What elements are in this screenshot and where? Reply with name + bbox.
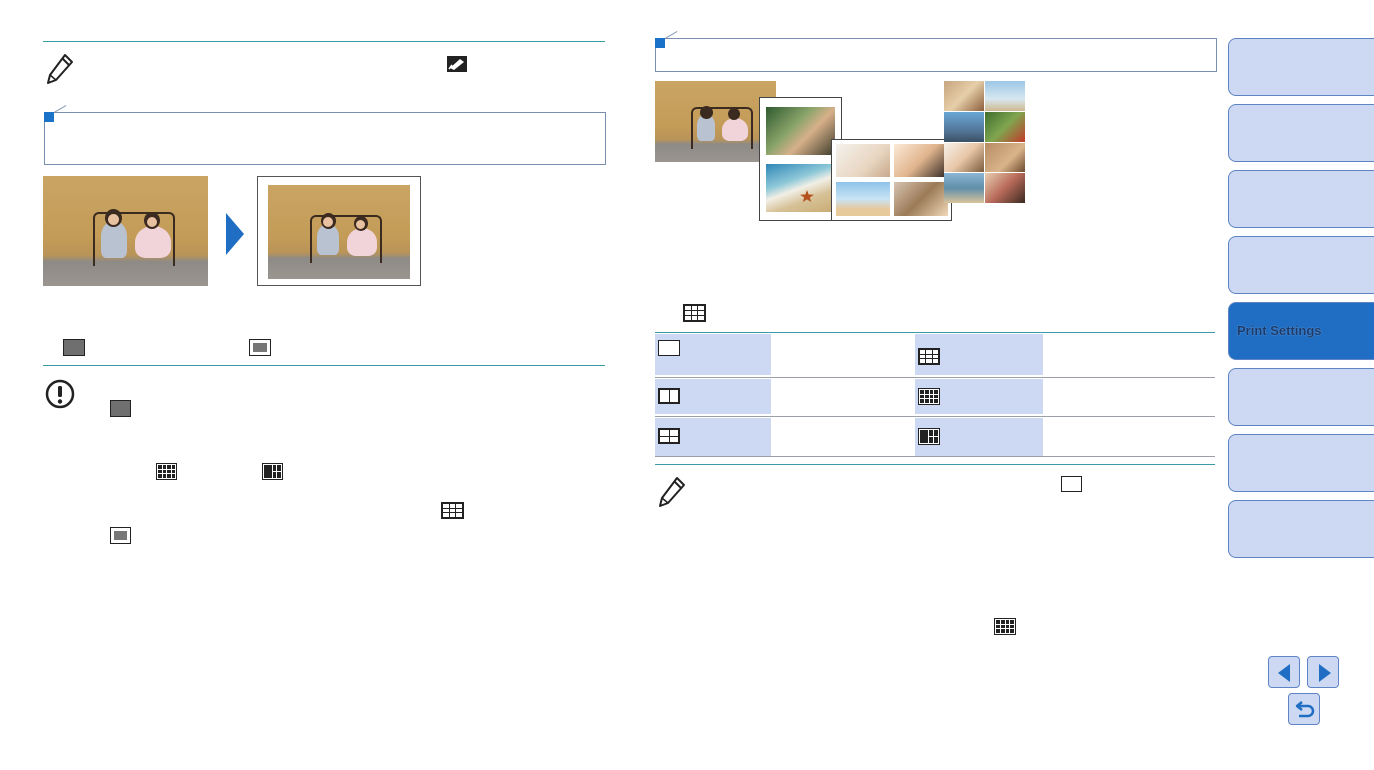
layout-index-icon xyxy=(918,388,940,405)
right-triangle-arrow-icon xyxy=(226,213,244,255)
return-icon xyxy=(1295,701,1315,718)
return-button[interactable] xyxy=(1288,693,1320,725)
section-heading-left xyxy=(44,105,606,165)
bordered-icon xyxy=(249,339,271,356)
table-row-divider-2 xyxy=(655,416,1215,417)
sidebar-tab-3[interactable] xyxy=(1228,170,1374,228)
photo-bordered xyxy=(268,185,410,279)
layout-1up-icon xyxy=(658,340,680,356)
table-top-rule xyxy=(655,332,1215,333)
exclamation-circle-icon xyxy=(45,379,75,409)
note-rule-right xyxy=(655,464,1215,465)
previous-page-icon xyxy=(1278,664,1290,682)
sidebar-tab-8[interactable] xyxy=(1228,500,1374,558)
index-layout-icon-note xyxy=(994,618,1016,635)
sidebar-tab-1[interactable] xyxy=(1228,38,1374,96)
next-page-icon xyxy=(1319,664,1331,682)
id-photo-layout-icon-small xyxy=(262,463,283,480)
layout-id-photo-icon xyxy=(918,428,940,445)
layout-4up-icon xyxy=(658,428,680,444)
sidebar-tab-4[interactable] xyxy=(1228,236,1374,294)
photo-original xyxy=(43,176,208,286)
previous-page-button[interactable] xyxy=(1268,656,1300,688)
collage-photo-grid xyxy=(944,81,1025,203)
photo-bordered-frame xyxy=(257,176,421,286)
layout-2up-icon xyxy=(658,388,680,404)
table-row-divider-1 xyxy=(655,377,1215,378)
next-page-button[interactable] xyxy=(1307,656,1339,688)
sidebar-tab-7[interactable] xyxy=(1228,434,1374,492)
sidebar-tab-print-settings[interactable]: Print Settings xyxy=(1228,302,1374,360)
sidebar-tab-6[interactable] xyxy=(1228,368,1374,426)
index-layout-icon-small xyxy=(156,463,177,480)
frame-edit-icon xyxy=(447,56,467,72)
borderless-icon xyxy=(63,339,85,356)
section-heading-right xyxy=(655,31,1217,72)
borderless-icon-caution xyxy=(110,400,131,417)
layout-1up-icon-note xyxy=(1061,476,1082,492)
sidebar-tab-label: Print Settings xyxy=(1237,323,1322,338)
pencil-icon xyxy=(659,477,685,507)
rule-caution xyxy=(43,365,605,366)
bordered-icon-caution xyxy=(110,527,131,544)
collage-photo-single xyxy=(655,81,776,162)
sidebar-tab-2[interactable] xyxy=(1228,104,1374,162)
layout-8up-icon xyxy=(918,348,940,365)
eight-up-layout-icon-intro xyxy=(683,304,706,322)
collage-photo-two-up xyxy=(759,97,842,221)
top-rule-left xyxy=(43,41,605,42)
pencil-icon xyxy=(47,54,73,84)
eight-up-layout-icon-caution xyxy=(441,502,464,519)
table-bottom-rule xyxy=(655,456,1215,457)
collage-photo-four-up xyxy=(831,139,952,221)
